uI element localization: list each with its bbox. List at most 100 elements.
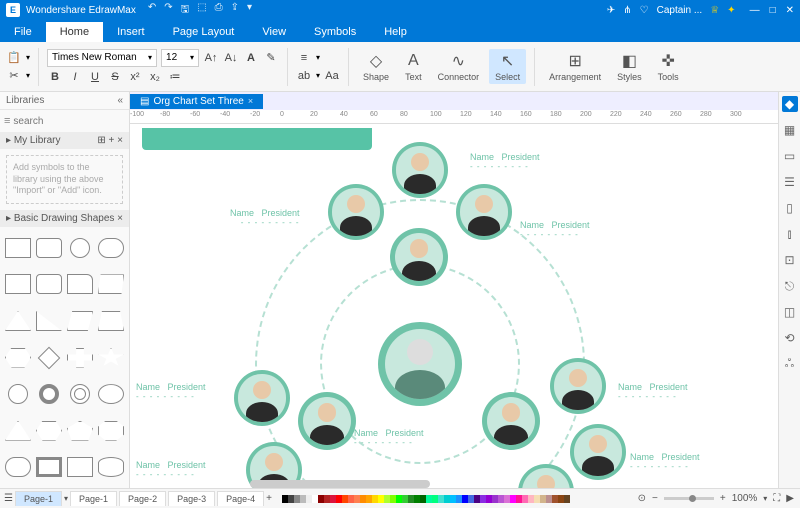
node-label[interactable]: Name President- - - - - - - - - <box>520 220 590 239</box>
pages-menu-icon[interactable]: ☰ <box>4 493 13 504</box>
add-page-icon[interactable]: + <box>266 493 272 504</box>
zoom-out-icon[interactable]: − <box>652 493 658 504</box>
chevron-down-icon[interactable]: ▾ <box>64 494 68 503</box>
italic-button[interactable]: I <box>67 69 83 85</box>
tab-insert[interactable]: Insert <box>103 22 159 42</box>
page-tab[interactable]: Page-1 <box>15 491 62 506</box>
chart-icon[interactable]: ⫾ <box>782 226 798 242</box>
menu-icon[interactable]: ≡ <box>4 115 10 127</box>
page-tab[interactable]: Page-3 <box>168 491 215 506</box>
spacing-icon[interactable]: ab <box>296 68 312 84</box>
connector-tool[interactable]: ∿Connector <box>432 49 486 84</box>
save-icon[interactable]: 🖫 <box>181 2 190 19</box>
node-label[interactable]: Name President- - - - - - - - - <box>470 152 540 171</box>
shape-star[interactable] <box>98 348 124 368</box>
zoom-slider[interactable] <box>664 497 714 500</box>
import-icon[interactable]: ⊞ <box>97 135 105 146</box>
org-node[interactable] <box>482 392 540 450</box>
share2-icon[interactable]: ⋔ <box>623 5 631 16</box>
add-icon[interactable]: + <box>109 135 115 146</box>
font-color-icon[interactable]: A <box>243 50 259 66</box>
styles-tool[interactable]: ◧Styles <box>611 49 648 84</box>
shape-cyl[interactable] <box>98 457 124 477</box>
org-node[interactable] <box>298 392 356 450</box>
user-name[interactable]: Captain ... <box>657 5 703 16</box>
tab-home[interactable]: Home <box>46 22 103 42</box>
node-label[interactable]: Name President- - - - - - - - - <box>618 382 688 401</box>
crown-icon[interactable]: ♕ <box>710 5 719 16</box>
shape-hex2[interactable] <box>36 421 62 441</box>
shape-para[interactable] <box>67 311 93 331</box>
org-node[interactable] <box>456 184 512 240</box>
chevron-down-icon[interactable]: ▾ <box>26 71 30 80</box>
bell-icon[interactable]: ♡ <box>640 5 649 16</box>
shape-card[interactable] <box>67 274 93 294</box>
shape-tool[interactable]: ◇Shape <box>357 49 395 84</box>
format-painter-icon[interactable]: ◆ <box>782 96 798 112</box>
chevron-down-icon[interactable]: ▾ <box>26 53 30 62</box>
shape-oct[interactable] <box>98 421 124 441</box>
org-node[interactable] <box>570 424 626 480</box>
org-node[interactable] <box>550 358 606 414</box>
mylib-section[interactable]: ▸ My Library ⊞ + × <box>0 132 129 149</box>
nav-icon[interactable]: ⊡ <box>782 252 798 268</box>
search-input[interactable] <box>13 113 145 129</box>
org-node[interactable] <box>328 184 384 240</box>
org-node[interactable] <box>390 228 448 286</box>
shape-roundrect2[interactable] <box>36 274 62 294</box>
comment-icon[interactable]: ◫ <box>782 304 798 320</box>
text-tool[interactable]: AText <box>399 49 428 84</box>
layers-icon[interactable]: ☰ <box>782 174 798 190</box>
shape-diamond[interactable] <box>38 346 61 369</box>
zoom-in-icon[interactable]: + <box>720 493 726 504</box>
canvas[interactable]: Name President- - - - - - - - - Name Pre… <box>130 124 778 488</box>
shape-capsule[interactable] <box>5 457 31 477</box>
select-tool[interactable]: ↖Select <box>489 49 526 84</box>
shape-trap2[interactable] <box>98 311 124 331</box>
fullscreen-icon[interactable]: ⛶ <box>773 493 780 504</box>
tab-page-layout[interactable]: Page Layout <box>159 22 249 42</box>
shape-tri2[interactable] <box>36 311 62 331</box>
maximize-icon[interactable]: □ <box>770 5 776 16</box>
shape-hex[interactable] <box>5 348 31 368</box>
page-icon[interactable]: ▯ <box>782 200 798 216</box>
node-label[interactable]: Name President- - - - - - - - - <box>230 208 300 227</box>
shape-pent[interactable] <box>67 421 93 441</box>
shape-trap[interactable] <box>98 274 124 294</box>
strike-button[interactable]: S <box>107 69 123 85</box>
image-icon[interactable]: ▭ <box>782 148 798 164</box>
org-node[interactable] <box>392 142 448 198</box>
org-icon[interactable]: ஃ <box>782 356 798 372</box>
theme-icon[interactable]: ▦ <box>782 122 798 138</box>
org-node-center[interactable] <box>378 322 462 406</box>
shape-target[interactable] <box>70 384 90 404</box>
decrease-font-icon[interactable]: A↓ <box>223 50 239 66</box>
redo-icon[interactable]: ↷ <box>164 2 172 19</box>
close-icon[interactable]: ✕ <box>786 5 794 16</box>
shape-pill[interactable] <box>98 238 124 258</box>
shape-circle[interactable] <box>8 384 28 404</box>
tools-tool[interactable]: ✜Tools <box>652 49 685 84</box>
close-section-icon[interactable]: × <box>117 213 123 224</box>
history-icon[interactable]: ⟲ <box>782 330 798 346</box>
send-icon[interactable]: ✈ <box>607 5 615 16</box>
superscript-button[interactable]: x² <box>127 69 143 85</box>
undo-icon[interactable]: ↶ <box>148 2 156 19</box>
gift-icon[interactable]: ✦ <box>727 5 735 16</box>
shape-ellipse[interactable] <box>70 238 90 258</box>
close-tab-icon[interactable]: × <box>248 96 253 106</box>
share-icon[interactable]: ⇪ <box>231 2 239 19</box>
page-tab[interactable]: Page-4 <box>217 491 264 506</box>
node-label[interactable]: Name President- - - - - - - - - <box>630 452 700 471</box>
shape-roundrect[interactable] <box>36 238 62 258</box>
paste-icon[interactable]: 📋 <box>6 50 22 66</box>
shape-tri3[interactable] <box>5 421 31 441</box>
tab-help[interactable]: Help <box>370 22 421 42</box>
shape-rect[interactable] <box>5 238 31 258</box>
node-label[interactable]: Name President- - - - - - - - - <box>136 382 206 401</box>
document-tab[interactable]: ▤ Org Chart Set Three × <box>130 94 263 109</box>
chart-banner[interactable] <box>142 128 372 150</box>
tab-view[interactable]: View <box>248 22 300 42</box>
align-icon[interactable]: ≡ <box>296 50 312 66</box>
fit-icon[interactable]: ⊙ <box>638 493 646 504</box>
